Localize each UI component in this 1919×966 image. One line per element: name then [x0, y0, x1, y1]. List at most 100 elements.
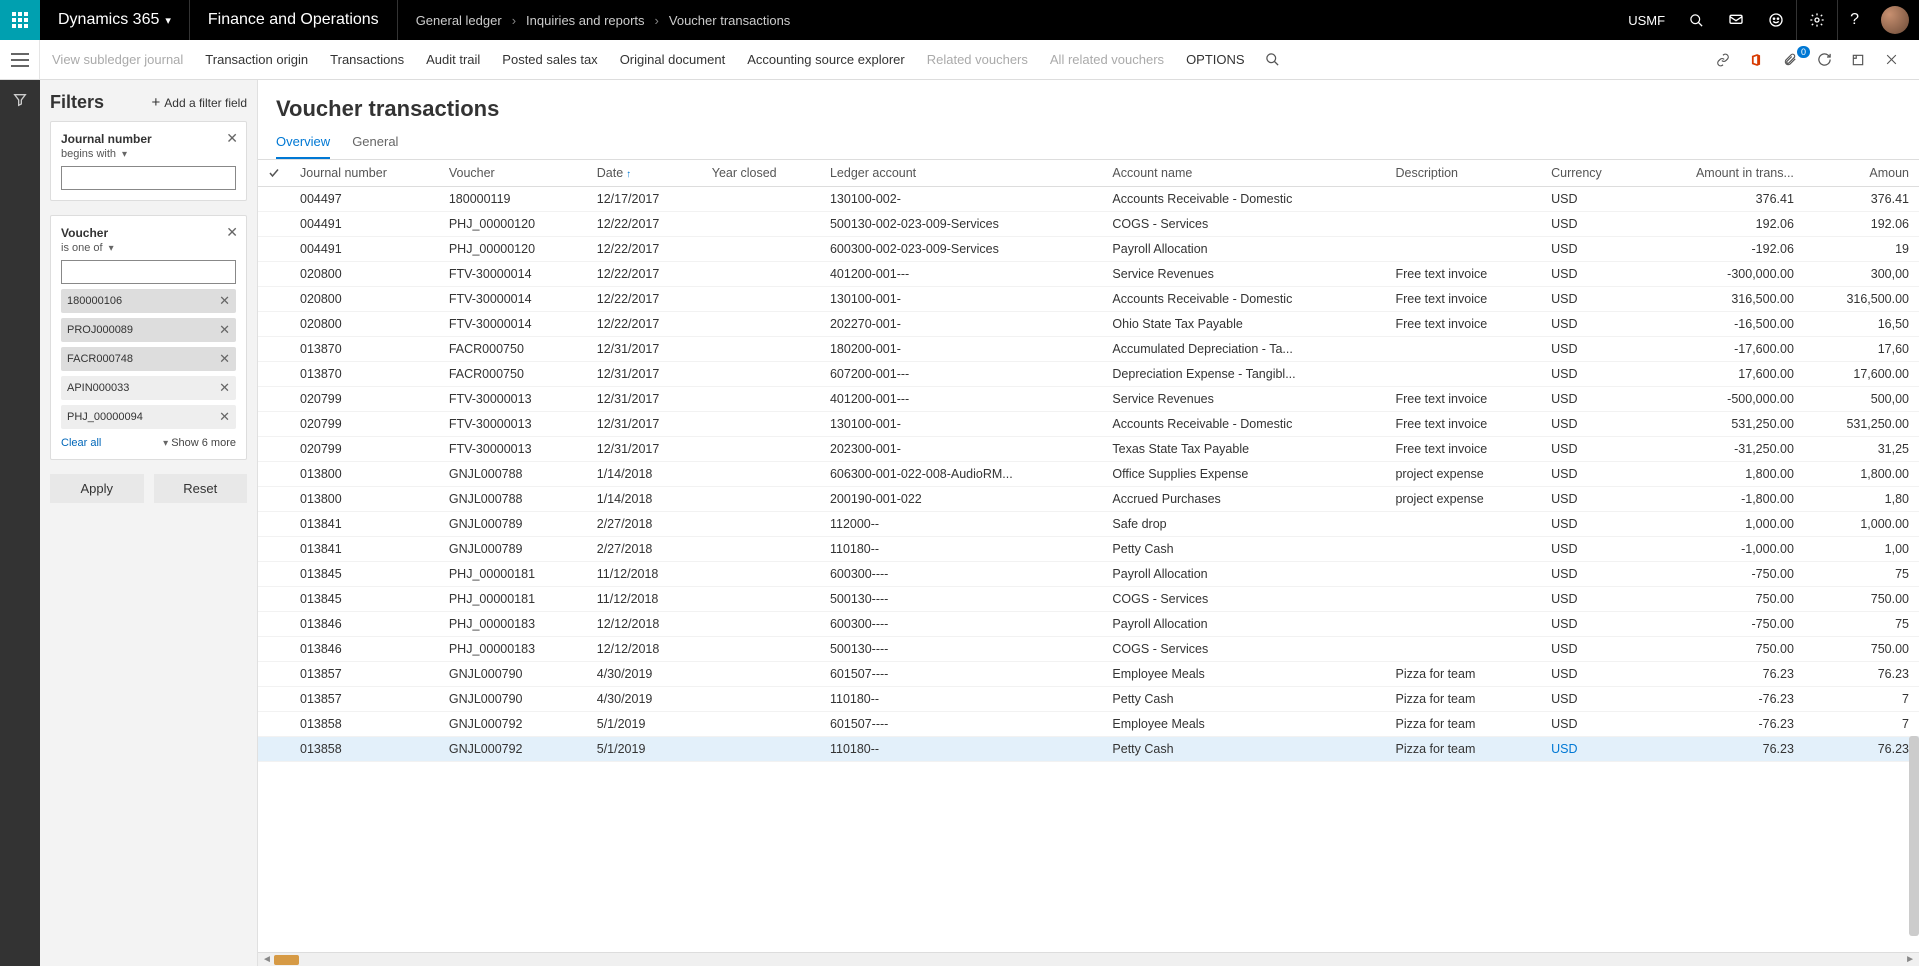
column-header[interactable]: Journal number: [290, 160, 439, 187]
smiley-icon[interactable]: [1756, 0, 1796, 40]
column-header[interactable]: Amoun: [1804, 160, 1919, 187]
add-filter-button[interactable]: +Add a filter field: [152, 94, 247, 111]
cell: -1,800.00: [1640, 487, 1804, 512]
action-transactions[interactable]: Transactions: [330, 52, 404, 67]
table-row[interactable]: 013841GNJL0007892/27/2018110180--Petty C…: [258, 537, 1919, 562]
search-icon[interactable]: [1265, 52, 1280, 67]
breadcrumb-item[interactable]: General ledger: [416, 13, 502, 28]
table-row[interactable]: 013857GNJL0007904/30/2019110180--Petty C…: [258, 687, 1919, 712]
user-avatar[interactable]: [1881, 6, 1909, 34]
vertical-scrollbar-thumb[interactable]: [1909, 736, 1919, 936]
table-row[interactable]: 020799FTV-3000001312/31/2017202300-001-T…: [258, 437, 1919, 462]
cell: 12/12/2018: [587, 637, 702, 662]
cell: -500,000.00: [1640, 387, 1804, 412]
select-all-checkbox[interactable]: [258, 160, 290, 187]
table-row[interactable]: 020800FTV-3000001412/22/2017202270-001-O…: [258, 312, 1919, 337]
column-header[interactable]: Year closed: [702, 160, 820, 187]
close-icon[interactable]: ✕: [226, 130, 238, 147]
scrollbar-thumb[interactable]: [274, 955, 299, 965]
table-row[interactable]: 004491PHJ_0000012012/22/2017600300-002-0…: [258, 237, 1919, 262]
column-header[interactable]: Voucher: [439, 160, 587, 187]
action-transaction-origin[interactable]: Transaction origin: [205, 52, 308, 67]
table-row[interactable]: 013870FACR00075012/31/2017607200-001---D…: [258, 362, 1919, 387]
link-icon[interactable]: [1715, 53, 1735, 67]
app-launcher-icon[interactable]: [0, 0, 40, 40]
action-posted-sales-tax[interactable]: Posted sales tax: [502, 52, 597, 67]
filter-voucher-input[interactable]: [61, 260, 236, 284]
reset-button[interactable]: Reset: [154, 474, 248, 503]
breadcrumb-item[interactable]: Inquiries and reports: [526, 13, 645, 28]
column-header[interactable]: Description: [1385, 160, 1541, 187]
filter-operator[interactable]: is one of: [61, 242, 236, 254]
table-row[interactable]: 013800GNJL0007881/14/2018200190-001-022A…: [258, 487, 1919, 512]
gear-icon[interactable]: [1796, 0, 1838, 40]
cell: 202300-001-: [820, 437, 1102, 462]
table-row[interactable]: 020800FTV-3000001412/22/2017130100-001-A…: [258, 287, 1919, 312]
apply-button[interactable]: Apply: [50, 474, 144, 503]
cell: 76.23: [1640, 737, 1804, 762]
column-header[interactable]: Ledger account: [820, 160, 1102, 187]
filter-journal-input[interactable]: [61, 166, 236, 190]
table-row[interactable]: 013846PHJ_0000018312/12/2018600300----Pa…: [258, 612, 1919, 637]
table-row[interactable]: 013800GNJL0007881/14/2018606300-001-022-…: [258, 462, 1919, 487]
hamburger-button[interactable]: [0, 40, 40, 79]
table-row[interactable]: 013846PHJ_0000018312/12/2018500130----CO…: [258, 637, 1919, 662]
cell: USD: [1541, 662, 1640, 687]
table-row[interactable]: 004491PHJ_0000012012/22/2017500130-002-0…: [258, 212, 1919, 237]
breadcrumb-item[interactable]: Voucher transactions: [669, 13, 790, 28]
popout-icon[interactable]: [1851, 53, 1871, 67]
table-row[interactable]: 013841GNJL0007892/27/2018112000--Safe dr…: [258, 512, 1919, 537]
table-row[interactable]: 013845PHJ_0000018111/12/2018500130----CO…: [258, 587, 1919, 612]
remove-pill-icon[interactable]: ✕: [219, 293, 230, 309]
remove-pill-icon[interactable]: ✕: [219, 351, 230, 367]
cell: Free text invoice: [1385, 312, 1541, 337]
cell: Petty Cash: [1102, 687, 1385, 712]
cell: Pizza for team: [1385, 687, 1541, 712]
table-row[interactable]: 020799FTV-3000001312/31/2017130100-001-A…: [258, 412, 1919, 437]
table-row[interactable]: 013870FACR00075012/31/2017180200-001-Acc…: [258, 337, 1919, 362]
cell: 75: [1804, 562, 1919, 587]
remove-pill-icon[interactable]: ✕: [219, 380, 230, 396]
close-icon[interactable]: [1885, 53, 1905, 66]
cell: PHJ_00000120: [439, 237, 587, 262]
cell: FTV-30000014: [439, 312, 587, 337]
action-audit-trail[interactable]: Audit trail: [426, 52, 480, 67]
show-more-link[interactable]: ▾Show 6 more: [163, 437, 236, 449]
horizontal-scrollbar[interactable]: ◄ ►: [258, 952, 1919, 966]
funnel-icon[interactable]: [12, 92, 28, 108]
table-row[interactable]: 00449718000011912/17/2017130100-002-Acco…: [258, 187, 1919, 212]
remove-pill-icon[interactable]: ✕: [219, 322, 230, 338]
table-row[interactable]: 013858GNJL0007925/1/2019110180--Petty Ca…: [258, 737, 1919, 762]
filter-panel: Filters +Add a filter field ✕ Journal nu…: [40, 80, 258, 966]
attachments-icon[interactable]: 0: [1783, 52, 1803, 68]
filter-operator[interactable]: begins with: [61, 148, 236, 160]
table-row[interactable]: 013858GNJL0007925/1/2019601507----Employ…: [258, 712, 1919, 737]
action-original-document[interactable]: Original document: [620, 52, 726, 67]
office-icon[interactable]: [1749, 52, 1769, 68]
action-accounting-source-explorer[interactable]: Accounting source explorer: [747, 52, 905, 67]
table-row[interactable]: 020799FTV-3000001312/31/2017401200-001--…: [258, 387, 1919, 412]
cell: 11/12/2018: [587, 562, 702, 587]
table-row[interactable]: 013857GNJL0007904/30/2019601507----Emplo…: [258, 662, 1919, 687]
brand-label[interactable]: Dynamics 365▾: [40, 0, 190, 40]
table-row[interactable]: 020800FTV-3000001412/22/2017401200-001--…: [258, 262, 1919, 287]
search-icon[interactable]: [1677, 0, 1716, 40]
company-picker[interactable]: USMF: [1616, 0, 1677, 40]
column-header[interactable]: Amount in trans...: [1640, 160, 1804, 187]
action-options[interactable]: OPTIONS: [1186, 52, 1245, 67]
messages-icon[interactable]: [1716, 0, 1756, 40]
remove-pill-icon[interactable]: ✕: [219, 409, 230, 425]
help-icon[interactable]: ?: [1838, 0, 1871, 40]
column-header[interactable]: Currency: [1541, 160, 1640, 187]
cell: USD: [1541, 712, 1640, 737]
cell: 12/31/2017: [587, 387, 702, 412]
refresh-icon[interactable]: [1817, 52, 1837, 67]
clear-all-link[interactable]: Clear all: [61, 437, 101, 449]
column-header[interactable]: Account name: [1102, 160, 1385, 187]
tab-overview[interactable]: Overview: [276, 128, 330, 159]
cell: 17,600.00: [1640, 362, 1804, 387]
close-icon[interactable]: ✕: [226, 224, 238, 241]
column-header[interactable]: Date↑: [587, 160, 702, 187]
table-row[interactable]: 013845PHJ_0000018111/12/2018600300----Pa…: [258, 562, 1919, 587]
tab-general[interactable]: General: [352, 128, 398, 159]
